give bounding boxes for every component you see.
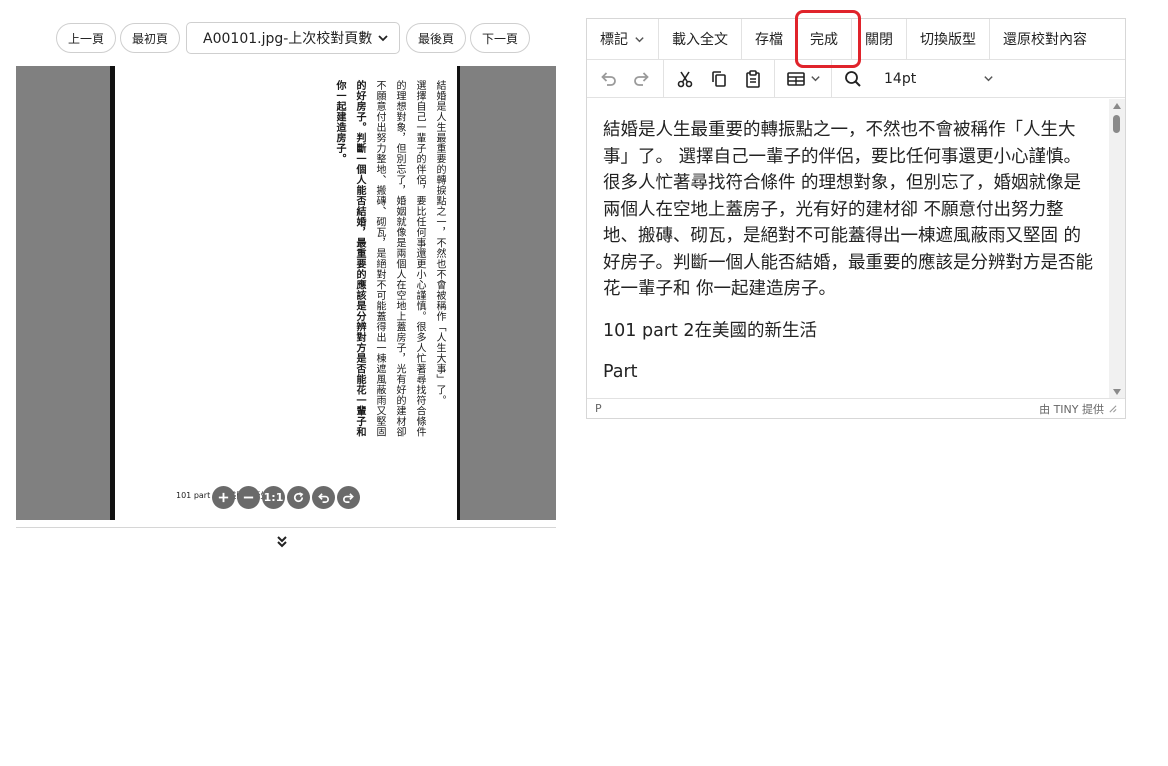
prev-page-button[interactable]: 上一頁 xyxy=(56,23,117,53)
cut-button[interactable] xyxy=(668,62,702,96)
history-group xyxy=(587,59,664,98)
table-icon xyxy=(786,71,805,86)
minus-icon xyxy=(243,496,254,499)
undo-icon xyxy=(601,71,616,86)
scan-column: 結婚是人生最重要的轉捩點之一，不然也不會被稱作「人生大事」了。 xyxy=(434,80,445,406)
content-paragraph: 101 part 2在美國的新生活 xyxy=(603,320,818,341)
copy-button[interactable] xyxy=(702,62,736,96)
rotate-button[interactable] xyxy=(287,486,310,509)
powered-by-label[interactable]: 由 TINY 提供 xyxy=(1039,401,1104,417)
content-paragraph: 結婚是人生最重要的轉振點之一，不然也不會被稱作「人生大事」了。 選擇自己一輩子的… xyxy=(603,120,1093,299)
zoom-controls: 1:1 xyxy=(212,486,360,509)
scroll-thumb[interactable] xyxy=(1113,115,1120,133)
zoom-in-button[interactable] xyxy=(212,486,235,509)
menu-close[interactable]: 關閉 xyxy=(852,19,907,59)
divider xyxy=(16,527,556,528)
undo-view-button[interactable] xyxy=(312,486,335,509)
menu-load-fulltext[interactable]: 載入全文 xyxy=(659,19,742,59)
next-page-button[interactable]: 下一頁 xyxy=(470,23,531,53)
undo-button[interactable] xyxy=(591,62,625,96)
font-size-value: 14pt xyxy=(884,70,917,87)
double-chevron-down-icon[interactable] xyxy=(274,534,290,550)
page-edge-right xyxy=(457,66,460,520)
page-select-value: A00101.jpg-上次校對頁數 xyxy=(203,31,373,47)
scan-column: 選擇自己一輩子的伴侶，要比任何事還更小心謹慎。很多人忙著尋找符合條件 xyxy=(414,80,425,437)
resize-handle-icon[interactable] xyxy=(1108,404,1117,413)
page-navigation: 上一頁 最初頁 A00101.jpg-上次校對頁數 最後頁 下一頁 xyxy=(56,22,531,54)
menu-done[interactable]: 完成 xyxy=(795,10,861,68)
scan-column: 你一起建造房子。 xyxy=(334,80,345,164)
menu-mark-label: 標記 xyxy=(600,32,628,48)
chevron-down-icon xyxy=(378,35,388,42)
editor-scrollbar[interactable] xyxy=(1109,99,1125,399)
rotate-icon xyxy=(294,492,304,503)
first-page-button[interactable]: 最初頁 xyxy=(120,23,181,53)
redo-button[interactable] xyxy=(625,62,659,96)
scan-column: 的好房子。判斷一個人能否結婚，最重要的應該是分辨對方是否能花一輩子和 xyxy=(354,80,365,437)
editor-menubar: 標記 載入全文 存檔 完成 關閉 切換版型 還原校對內容 xyxy=(587,10,1125,68)
chevron-down-icon xyxy=(984,76,993,82)
scroll-up-icon[interactable] xyxy=(1113,103,1121,109)
vertical-text: 結婚是人生最重要的轉捩點之一，不然也不會被稱作「人生大事」了。 選擇自己一輩子的… xyxy=(332,80,446,437)
redo-view-button[interactable] xyxy=(337,486,360,509)
paste-button[interactable] xyxy=(736,62,770,96)
clipboard-icon xyxy=(746,69,760,88)
text-editor: 標記 載入全文 存檔 完成 關閉 切換版型 還原校對內容 14pt 結婚是人生最… xyxy=(586,10,1126,419)
editor-content[interactable]: 結婚是人生最重要的轉振點之一，不然也不會被稱作「人生大事」了。 選擇自己一輩子的… xyxy=(587,99,1109,399)
scan-viewer[interactable]: 結婚是人生最重要的轉捩點之一，不然也不會被稱作「人生大事」了。 選擇自己一輩子的… xyxy=(16,66,556,520)
zoom-reset-button[interactable]: 1:1 xyxy=(262,486,285,509)
plus-icon xyxy=(218,492,229,503)
chevron-down-icon xyxy=(810,76,820,82)
menu-restore-content[interactable]: 還原校對內容 xyxy=(990,19,1100,59)
undo-icon xyxy=(318,493,329,503)
scanned-page-image: 結婚是人生最重要的轉捩點之一，不然也不會被稱作「人生大事」了。 選擇自己一輩子的… xyxy=(110,66,460,520)
element-path[interactable]: P xyxy=(595,402,602,415)
font-size-select[interactable]: 14pt xyxy=(874,60,1008,98)
page-edge-left xyxy=(110,66,115,520)
redo-icon xyxy=(343,493,354,503)
zoom-out-button[interactable] xyxy=(237,486,260,509)
statusbar-right: 由 TINY 提供 xyxy=(1039,401,1117,417)
search-icon xyxy=(845,70,861,87)
clipboard-group xyxy=(664,59,775,98)
copy-icon xyxy=(712,70,726,87)
content-paragraph: Part xyxy=(603,362,638,382)
redo-icon xyxy=(634,71,649,86)
last-page-button[interactable]: 最後頁 xyxy=(406,23,467,53)
editor-statusbar: P 由 TINY 提供 xyxy=(587,398,1125,418)
scissors-icon xyxy=(677,71,693,87)
menu-switch-layout[interactable]: 切換版型 xyxy=(907,19,990,59)
menu-mark[interactable]: 標記 xyxy=(587,19,659,59)
scroll-down-icon[interactable] xyxy=(1113,389,1121,395)
scan-column: 的理想對象，但別忘了，婚姻就像是兩個人在空地上蓋房子，光有好的建材卻 xyxy=(394,80,405,437)
scan-column: 不願意付出努力整地、搬磚、砌瓦，是絕對不可能蓋得出一棟遮風蔽雨又堅固 xyxy=(374,80,385,437)
chevron-down-icon xyxy=(635,36,644,42)
page-select[interactable]: A00101.jpg-上次校對頁數 xyxy=(186,22,401,54)
menu-save[interactable]: 存檔 xyxy=(742,19,797,59)
